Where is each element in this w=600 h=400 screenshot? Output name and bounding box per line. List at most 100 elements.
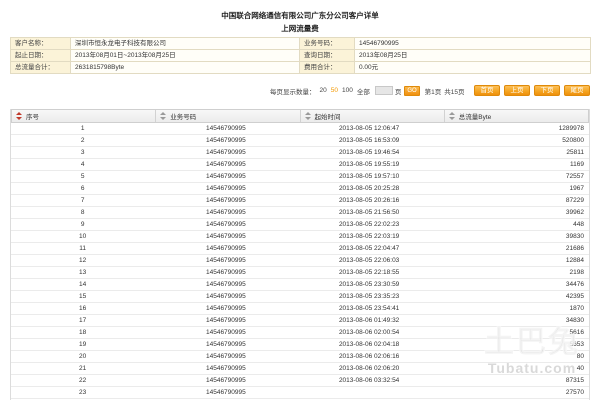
cell-number: 14546790995 — [205, 353, 246, 360]
cell-number: 14546790995 — [205, 233, 246, 240]
cell-start-time: 2013-08-05 22:04:47 — [338, 245, 400, 252]
cell-start-time: 2013-08-05 19:46:54 — [338, 149, 400, 156]
cell-number: 14546790995 — [205, 341, 246, 348]
cell-seq: 13 — [79, 269, 87, 276]
last-page-button[interactable]: 尾页 — [564, 85, 590, 96]
cell-seq: 18 — [79, 329, 87, 336]
table-row: 1 14546790995 2013-08-05 12:06:47 1289978 — [11, 123, 589, 135]
cell-bytes: 34476 — [565, 281, 584, 288]
cell-number: 14546790995 — [205, 281, 246, 288]
go-button[interactable]: GO — [404, 85, 420, 96]
cell-start-time: 2013-08-05 23:35:23 — [338, 293, 400, 300]
cell-start-time: 2013-08-05 19:55:19 — [338, 161, 400, 168]
column-header-start-time[interactable]: 起始时间 — [301, 110, 445, 122]
cell-bytes: 42395 — [565, 293, 584, 300]
date-range-label: 起止日期： — [10, 49, 71, 62]
cell-number: 14546790995 — [205, 293, 246, 300]
cell-start-time: 2013-08-05 21:56:50 — [338, 209, 400, 216]
cell-bytes: 34830 — [565, 317, 584, 324]
cell-bytes: 25811 — [566, 149, 584, 156]
prev-page-button[interactable]: 上页 — [504, 85, 530, 96]
cell-number: 14546790995 — [205, 209, 246, 216]
cell-start-time: 2013-08-05 20:25:28 — [338, 185, 400, 192]
cell-seq: 21 — [79, 365, 87, 372]
page-size-label: 每页显示数量： — [270, 88, 316, 96]
cell-seq: 9 — [80, 221, 85, 228]
page-size-option-100[interactable]: 100 — [342, 87, 353, 94]
cell-bytes: 39962 — [565, 209, 584, 216]
cell-number: 14546790995 — [205, 257, 246, 264]
cell-seq: 19 — [79, 341, 87, 348]
sort-icon[interactable] — [16, 112, 22, 120]
cell-bytes: 21686 — [565, 245, 584, 252]
cell-bytes: 1289978 — [558, 125, 584, 132]
cell-start-time: 2013-08-05 22:03:19 — [338, 233, 400, 240]
sort-icon[interactable] — [304, 112, 311, 120]
table-row: 15 14546790995 2013-08-05 23:35:23 42395 — [11, 291, 589, 303]
cell-number: 14546790995 — [205, 377, 246, 384]
cell-bytes: 448 — [573, 221, 584, 228]
cell-bytes: 12884 — [565, 257, 584, 264]
cell-seq: 5 — [80, 173, 85, 180]
column-header-label: 业务号码 — [170, 114, 197, 121]
table-row: 20 14546790995 2013-08-06 02:06:16 80 — [11, 351, 589, 363]
cell-start-time: 2013-08-05 12:06:47 — [338, 125, 400, 132]
sort-icon[interactable] — [448, 112, 455, 120]
table-row: 4 14546790995 2013-08-05 19:55:19 1169 — [11, 159, 589, 171]
column-header-number[interactable]: 业务号码 — [156, 110, 301, 122]
cell-seq: 7 — [80, 197, 85, 204]
cell-start-time: 2013-08-06 03:32:54 — [338, 377, 400, 384]
next-page-button[interactable]: 下页 — [534, 85, 560, 96]
page-size-option-50[interactable]: 50 — [331, 87, 338, 94]
page-unit-label: 页 — [394, 88, 402, 96]
first-page-button[interactable]: 首页 — [474, 85, 500, 96]
table-row: 12 14546790995 2013-08-05 22:06:03 12884 — [11, 255, 589, 267]
page-subtitle: 上网流量费 — [281, 24, 319, 33]
table-row: 19 14546790995 2013-08-06 02:04:18 5653 — [11, 339, 589, 351]
cell-bytes: 1870 — [569, 305, 584, 312]
table-row: 3 14546790995 2013-08-05 19:46:54 25811 — [11, 147, 589, 159]
page-size-option-all[interactable]: 全部 — [357, 86, 370, 96]
cell-start-time: 2013-08-05 20:26:16 — [338, 197, 400, 204]
cell-seq: 2 — [80, 137, 85, 144]
cell-seq: 15 — [79, 293, 87, 300]
customer-info-table: 客户名称： 深圳市恒永龙电子科技有限公司 业务号码： 14546790995 起… — [10, 37, 591, 74]
cell-start-time: 2013-08-05 19:57:10 — [338, 173, 400, 180]
cell-bytes: 5653 — [569, 341, 584, 348]
page-nav-buttons: 首页 上页 下页 尾页 — [474, 84, 590, 97]
service-number-label: 业务号码： — [299, 37, 355, 50]
total-pages: 共15页 — [444, 88, 465, 96]
table-header: 序号 业务号码 起始时间 总流量Byte — [11, 109, 589, 123]
cell-start-time: 2013-08-06 02:00:54 — [338, 329, 400, 336]
table-row: 2 14546790995 2013-08-05 16:53:09 520800 — [11, 135, 589, 147]
cell-number: 14546790995 — [205, 149, 246, 156]
column-header-bytes[interactable]: 总流量Byte — [445, 110, 588, 122]
cell-seq: 11 — [79, 245, 86, 252]
cell-bytes: 5616 — [569, 329, 584, 336]
total-traffic-label: 总流量合计： — [10, 61, 71, 74]
cell-start-time: 2013-08-05 22:02:23 — [338, 221, 400, 228]
sort-icon[interactable] — [160, 112, 167, 120]
table-row: 22 14546790995 2013-08-06 03:32:54 87315 — [11, 375, 589, 387]
jump-page-input[interactable] — [374, 86, 393, 95]
cell-seq: 1 — [80, 125, 85, 132]
table-row: 8 14546790995 2013-08-05 21:56:50 39962 — [11, 207, 589, 219]
page-size-option-20[interactable]: 20 — [320, 87, 327, 94]
cell-start-time: 2013-08-05 23:54:41 — [338, 305, 400, 312]
table-body: 1 14546790995 2013-08-05 12:06:47 1289978 2 1… — [11, 123, 589, 399]
date-range-value: 2013年08月01日~2013年08月25日 — [70, 49, 300, 62]
cell-start-time: 2013-08-06 01:49:32 — [338, 317, 400, 324]
info-row-totals: 总流量合计： 2631815798Byte 费用合计： 0.00元 — [10, 61, 591, 74]
pagination-bar: 每页显示数量： 20 50 100 全部 页 GO 第1页 共15页 — [270, 84, 470, 97]
table-row: 9 14546790995 2013-08-05 22:02:23 448 — [11, 219, 589, 231]
cell-bytes: 1169 — [570, 161, 584, 168]
column-header-seq[interactable]: 序号 — [12, 110, 157, 122]
table-row: 21 14546790995 2013-08-06 02:06:20 40 — [11, 363, 589, 375]
cell-number: 14546790995 — [205, 197, 246, 204]
table-row: 11 14546790995 2013-08-05 22:04:47 21686 — [11, 243, 589, 255]
cell-bytes: 87315 — [565, 377, 584, 384]
cell-bytes: 39830 — [565, 233, 584, 240]
cell-seq: 22 — [79, 377, 87, 384]
table-row: 18 14546790995 2013-08-06 02:00:54 5616 — [11, 327, 589, 339]
cell-number: 14546790995 — [205, 389, 246, 396]
